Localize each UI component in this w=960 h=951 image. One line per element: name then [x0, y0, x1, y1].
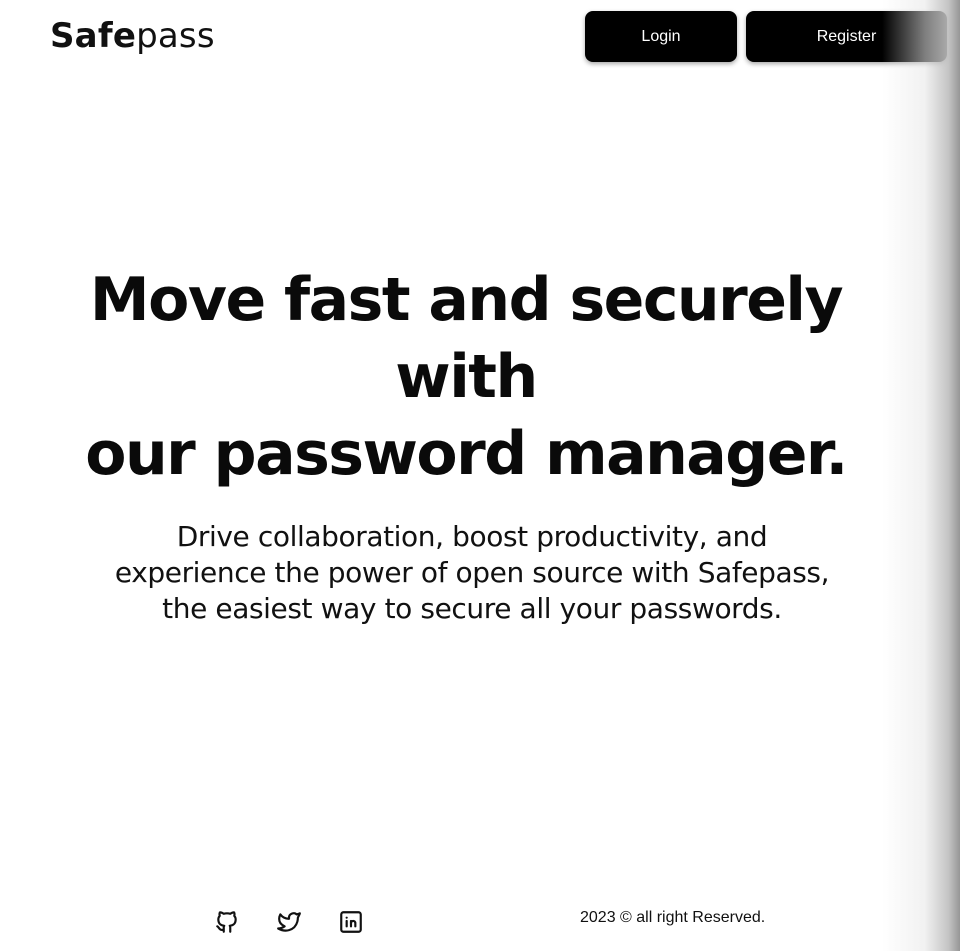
hero-subtitle: Drive collaboration, boost productivity,… [30, 519, 930, 627]
landing-page: Safepass Login Register Move fast and se… [0, 0, 960, 951]
brand-name-bold: Safe [50, 16, 137, 56]
top-nav: Safepass Login Register [0, 0, 960, 72]
hero-title-line: our password manager. [85, 419, 848, 489]
hero-section: Move fast and securely with our password… [0, 262, 960, 627]
linkedin-icon[interactable] [337, 908, 365, 936]
hero-subtitle-line: the easiest way to secure all your passw… [162, 592, 782, 625]
twitter-icon[interactable] [275, 908, 303, 936]
brand-name-light: pass [136, 16, 215, 56]
register-button[interactable]: Register [746, 11, 947, 62]
footer: 2023 © all right Reserved. [0, 896, 960, 951]
hero-title: Move fast and securely with our password… [30, 262, 930, 493]
hero-subtitle-line: Drive collaboration, boost productivity,… [176, 520, 768, 553]
brand-logo[interactable]: Safepass [50, 14, 215, 58]
hero-title-line: Move fast and securely with [89, 265, 844, 412]
copyright-text: 2023 © all right Reserved. [580, 909, 766, 926]
hero-subtitle-line: experience the power of open source with… [114, 556, 830, 589]
github-icon[interactable] [213, 908, 241, 936]
login-button[interactable]: Login [585, 11, 737, 62]
